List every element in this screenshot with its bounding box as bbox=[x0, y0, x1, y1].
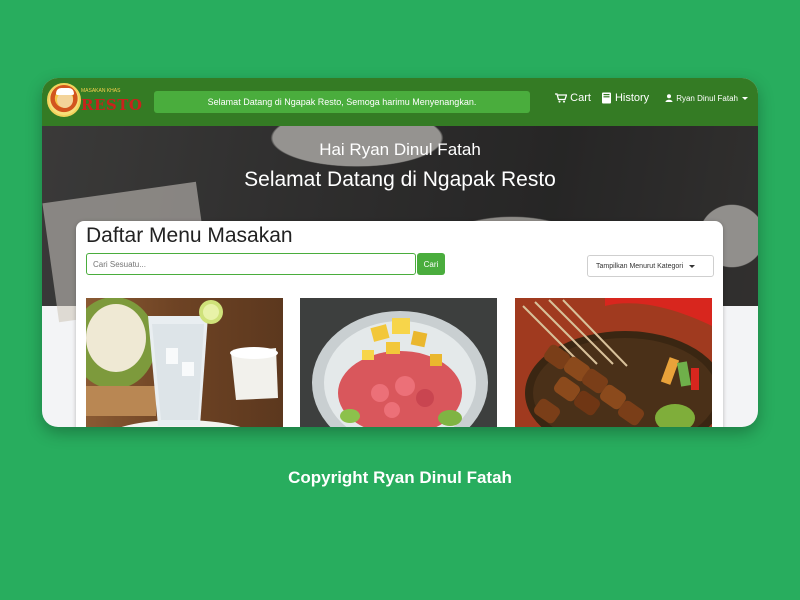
shaved-ice-dessert-image bbox=[300, 298, 497, 427]
category-select-label: Tampilkan Menurut Kategori bbox=[596, 262, 684, 270]
category-select[interactable]: Tampilkan Menurut Kategori bbox=[587, 255, 714, 277]
chevron-down-icon bbox=[689, 264, 696, 268]
hero-title: Selamat Datang di Ngapak Resto bbox=[244, 168, 556, 191]
user-name: Ryan Dinul Fatah bbox=[676, 93, 738, 103]
search-input[interactable] bbox=[86, 253, 416, 275]
user-icon bbox=[665, 94, 673, 102]
hero-greeting: Hai Ryan Dinul Fatah bbox=[319, 140, 481, 159]
cart-icon bbox=[555, 93, 568, 103]
nav-cart-link[interactable]: Cart bbox=[555, 92, 591, 104]
chevron-down-icon bbox=[742, 96, 748, 100]
resto-logo[interactable]: MASAKAN KHAS RESTO bbox=[47, 83, 142, 121]
book-icon bbox=[601, 92, 611, 104]
menu-title: Daftar Menu Masakan bbox=[86, 224, 293, 247]
copyright-text: Copyright Ryan Dinul Fatah bbox=[288, 468, 512, 487]
search-button[interactable]: Cari bbox=[417, 253, 445, 275]
nav-history-label: History bbox=[614, 92, 650, 104]
navbar: MASAKAN KHAS RESTO Selamat Datang di Nga… bbox=[42, 78, 758, 126]
logo-text: RESTO bbox=[81, 96, 143, 114]
menu-item-image-coconut-drink[interactable] bbox=[86, 298, 283, 427]
logo-tagline: MASAKAN KHAS bbox=[81, 88, 121, 94]
menu-item-image-satay[interactable] bbox=[515, 298, 712, 427]
nav-history-link[interactable]: History bbox=[601, 92, 649, 104]
satay-image bbox=[515, 298, 712, 427]
welcome-marquee: Selamat Datang di Ngapak Resto, Semoga h… bbox=[154, 91, 530, 113]
menu-card: Daftar Menu Masakan Cari Tampilkan Menur… bbox=[76, 221, 723, 427]
nav-cart-label: Cart bbox=[570, 92, 591, 104]
nav-links: Cart History Ryan Dinul Fatah bbox=[545, 92, 748, 104]
marquee-text: Selamat Datang di Ngapak Resto, Semoga h… bbox=[207, 97, 477, 107]
chef-logo-icon bbox=[47, 83, 81, 117]
browser-window: MASAKAN KHAS RESTO Selamat Datang di Nga… bbox=[42, 78, 758, 427]
coconut-drink-image bbox=[86, 298, 278, 427]
user-dropdown[interactable]: Ryan Dinul Fatah bbox=[665, 94, 748, 103]
menu-item-image-shaved-ice[interactable] bbox=[300, 298, 497, 427]
